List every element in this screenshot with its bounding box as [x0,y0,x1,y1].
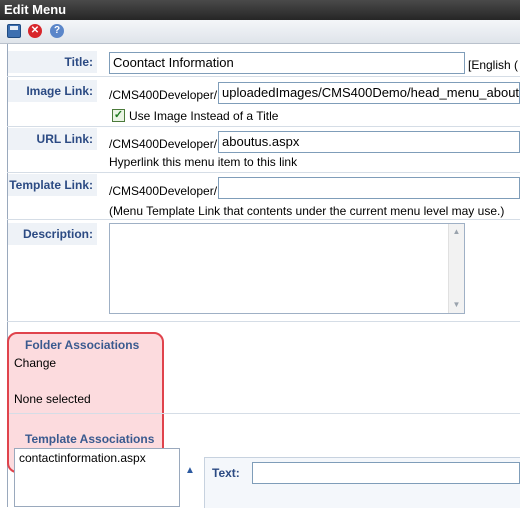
url-link-prefix: /CMS400Developer/ [109,137,218,151]
folder-associations-status: None selected [14,392,91,406]
toolbar: ✕ ? [0,20,520,44]
image-link-input[interactable]: uploadedImages/CMS400Demo/head_menu_abou… [218,82,520,104]
use-image-checkbox[interactable]: ✓ [112,109,125,122]
template-link-prefix: /CMS400Developer/ [109,184,218,198]
text-input[interactable] [252,462,520,484]
row-divider [7,321,520,322]
title-label: Title: [8,51,97,73]
title-input[interactable]: Coontact Information [109,52,465,74]
description-label: Description: [8,223,97,245]
move-up-icon[interactable]: ▲ [185,465,195,476]
description-textarea[interactable]: ▲ ▼ [109,223,465,314]
template-link-input[interactable] [218,177,520,199]
folder-change-link[interactable]: Change [14,356,56,370]
row-divider [7,76,520,77]
section-divider [9,413,520,414]
url-link-input[interactable]: aboutus.aspx [218,131,520,153]
template-associations-legend: Template Associations [25,432,155,446]
window-title: Edit Menu [0,0,520,20]
template-link-label: Template Link: [8,174,97,196]
url-link-hint: Hyperlink this menu item to this link [109,155,298,169]
text-label: Text: [212,466,240,480]
use-image-label: Use Image Instead of a Title [129,109,279,123]
folder-associations-legend: Folder Associations [25,338,140,352]
description-scrollbar[interactable]: ▲ ▼ [448,224,464,313]
template-link-hint: (Menu Template Link that contents under … [109,204,505,218]
row-divider [7,172,520,173]
image-link-label: Image Link: [8,80,97,102]
scroll-down-icon[interactable]: ▼ [451,299,462,311]
save-icon[interactable] [7,24,21,38]
url-link-label: URL Link: [8,128,97,150]
row-divider [7,219,520,220]
cancel-icon[interactable]: ✕ [28,24,42,38]
language-label: [English ( [468,58,519,72]
image-link-prefix: /CMS400Developer/ [109,88,218,102]
template-list-item[interactable]: contactinformation.aspx [19,451,146,465]
row-divider [7,126,520,127]
help-icon[interactable]: ? [50,24,64,38]
scroll-up-icon[interactable]: ▲ [451,226,462,238]
